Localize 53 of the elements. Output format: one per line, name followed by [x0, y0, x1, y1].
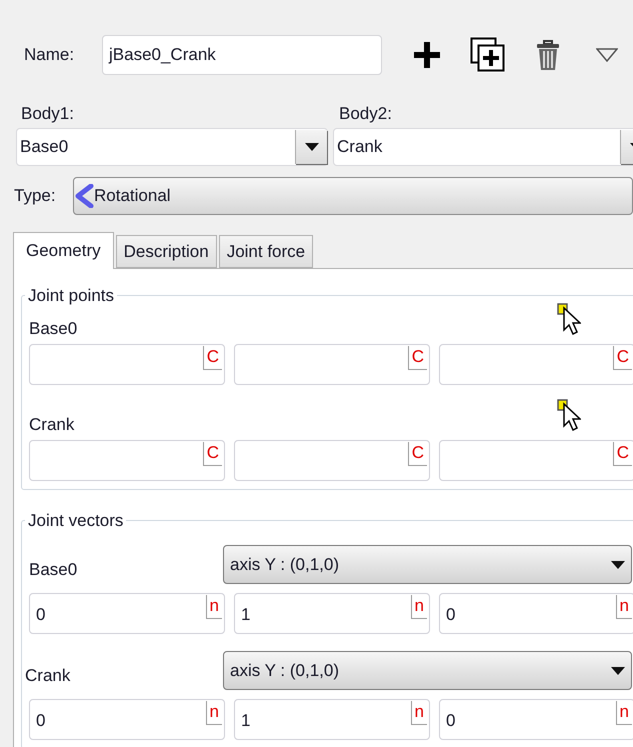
axis-dropdown[interactable]: axis Y : (0,1,0)	[223, 651, 632, 690]
name-field[interactable]: jBase0_Crank	[102, 35, 382, 75]
unit-badge: n	[410, 701, 427, 725]
row-label: Base0	[29, 318, 78, 340]
number-field[interactable]: C	[439, 440, 633, 480]
unit-badge: C	[612, 346, 632, 370]
number-field[interactable]: 1 n	[234, 699, 430, 740]
row-label: Crank	[29, 414, 76, 436]
body1-label: Body1:	[20, 102, 75, 124]
row-label: Crank	[25, 664, 72, 686]
unit-badge: n	[206, 595, 222, 619]
number-field[interactable]: C	[234, 344, 430, 384]
body1-dropdown[interactable]: Base0	[16, 128, 328, 166]
number-field[interactable]: C	[234, 440, 430, 480]
number-field[interactable]: C	[29, 344, 225, 384]
unit-badge: C	[612, 442, 632, 466]
axis-dropdown[interactable]: axis Y : (0,1,0)	[223, 545, 632, 584]
number-field[interactable]: 0 n	[29, 593, 225, 634]
pointer-cursor-icon	[557, 303, 581, 337]
duplicate-icon[interactable]	[470, 37, 506, 73]
rotational-joint-icon	[74, 184, 94, 208]
group-title: Joint points	[27, 285, 115, 307]
number-field[interactable]: 0 n	[439, 699, 633, 740]
unit-badge: C	[202, 442, 222, 466]
pointer-cursor-icon	[557, 399, 581, 433]
body2-dropdown[interactable]: Crank	[333, 128, 633, 166]
tab[interactable]: Geometry	[13, 232, 114, 269]
number-field[interactable]: 0 n	[439, 593, 633, 634]
row-label: Base0	[29, 558, 78, 580]
caret-icon	[611, 560, 625, 568]
unit-badge: C	[408, 442, 427, 466]
number-field[interactable]: C	[29, 440, 225, 480]
dropdown-triangle-icon[interactable]	[596, 48, 618, 62]
type-dropdown[interactable]: Rotational	[73, 177, 633, 215]
type-label: Type:	[14, 185, 57, 208]
plus-icon[interactable]	[414, 42, 440, 68]
caret-icon	[304, 143, 318, 151]
caret-icon	[611, 666, 625, 674]
number-field[interactable]: C	[439, 344, 633, 384]
unit-badge: n	[206, 701, 222, 725]
number-field[interactable]: 0 n	[29, 699, 225, 740]
name-label: Name:	[24, 44, 76, 66]
unit-badge: n	[616, 701, 632, 725]
tab[interactable]: Joint force	[218, 235, 314, 268]
unit-badge: n	[616, 595, 632, 619]
unit-badge: n	[410, 595, 427, 619]
number-field[interactable]: 1 n	[234, 593, 430, 634]
unit-badge: C	[202, 346, 222, 370]
tab[interactable]: Description	[116, 235, 217, 268]
unit-badge: C	[408, 346, 427, 370]
trash-icon[interactable]	[536, 39, 560, 71]
group-title: Joint vectors	[27, 510, 124, 532]
body2-label: Body2:	[338, 102, 392, 124]
